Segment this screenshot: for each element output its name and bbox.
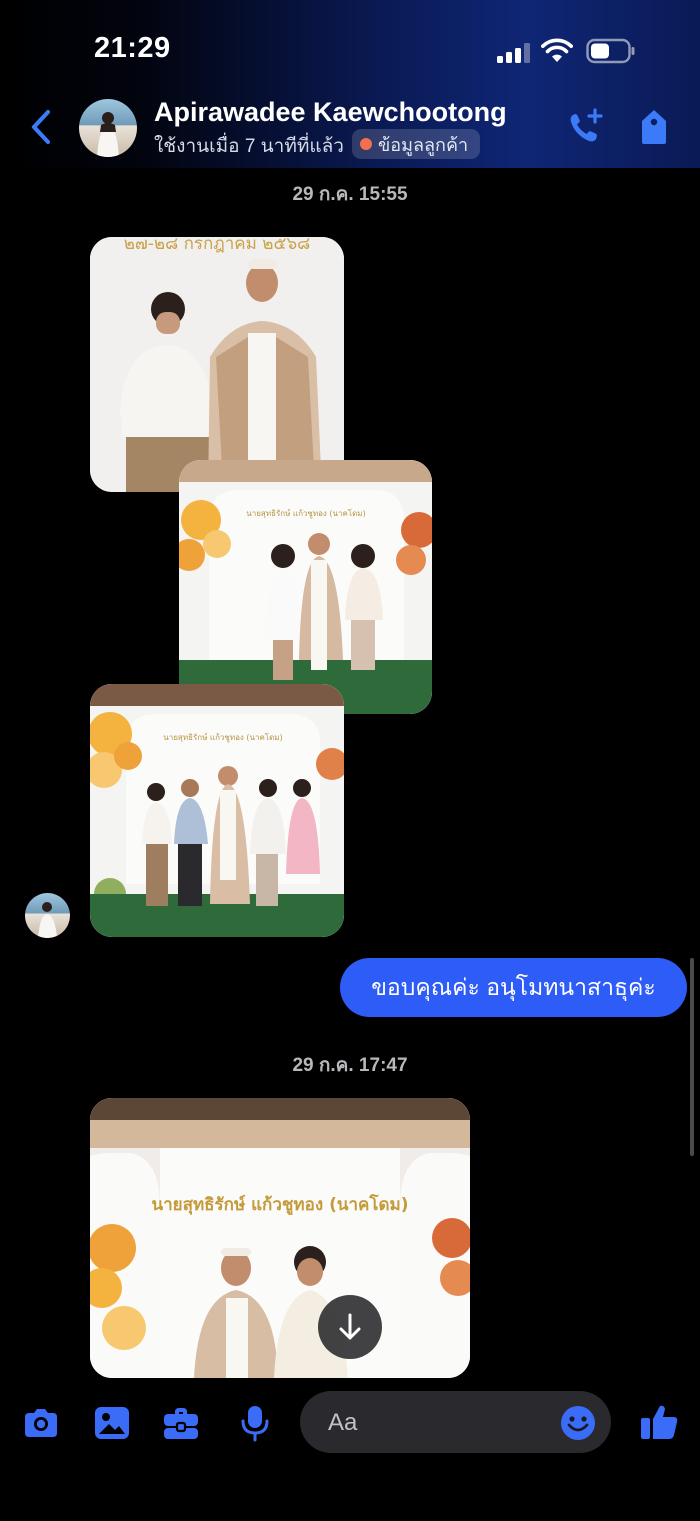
shared-photo[interactable]: นายสุทธิรักษ์ แก้วชูทอง (นาคโดม) — [90, 684, 344, 937]
customer-info-label: ข้อมูลลูกค้า — [378, 134, 469, 155]
photo-sign-text: นายสุทธิรักษ์ แก้วชูทอง (นาคโดม) — [163, 732, 282, 743]
active-status: ใช้งานเมื่อ 7 นาทีที่แล้ว — [154, 136, 344, 157]
customer-info-badge[interactable]: ข้อมูลลูกค้า — [352, 129, 481, 159]
battery-icon — [586, 38, 635, 64]
microphone-icon[interactable] — [235, 1403, 275, 1443]
header-bar: 21:29 Apirawadee Kaewchootong ใช้งานเมื่… — [0, 0, 700, 168]
photo-sign-text: นายสุทธิรักษ์ แก้วชูทอง (นาคโดม) — [151, 1194, 408, 1216]
contact-avatar-small[interactable] — [25, 893, 70, 938]
shared-photo[interactable]: นายสุทธิรักษ์ แก้วชูทอง (นาคโดม) — [90, 1098, 470, 1378]
status-time: 21:29 — [94, 32, 171, 64]
contact-avatar[interactable] — [79, 99, 137, 157]
contact-name[interactable]: Apirawadee Kaewchootong — [154, 97, 507, 128]
gallery-icon[interactable] — [92, 1403, 132, 1443]
status-dot-icon — [360, 138, 372, 150]
photo-sign-text: นายสุทธิรักษ์ แก้วชูทอง (นาคโดม) — [246, 508, 365, 519]
photo-sign-text: ๒๗-๒๘ กรกฎาคม ๒๕๖๘ — [124, 237, 311, 254]
message-timestamp: 29 ก.ค. 15:55 — [292, 184, 408, 205]
message-input-placeholder: Aa — [328, 1409, 358, 1436]
arrow-down-icon — [339, 1313, 361, 1340]
message-timestamp: 29 ก.ค. 17:47 — [292, 1055, 408, 1076]
emoji-icon[interactable] — [559, 1404, 597, 1442]
shared-photo[interactable]: ๒๗-๒๘ กรกฎาคม ๒๕๖๘ — [90, 237, 344, 492]
add-call-icon[interactable] — [565, 106, 605, 148]
camera-icon[interactable] — [21, 1403, 61, 1443]
cellular-signal-icon — [497, 43, 530, 63]
scroll-to-bottom-button[interactable] — [318, 1295, 382, 1359]
thumbs-up-icon[interactable] — [638, 1401, 680, 1443]
shared-photo[interactable]: นายสุทธิรักษ์ แก้วชูทอง (นาคโดม) — [179, 460, 432, 714]
briefcase-icon[interactable] — [161, 1403, 201, 1443]
tag-icon[interactable] — [636, 106, 672, 148]
wifi-icon — [541, 38, 573, 62]
sent-message-bubble[interactable]: ขอบคุณค่ะ อนุโมทนาสาธุค่ะ — [340, 958, 687, 1017]
back-chevron-icon[interactable] — [24, 106, 60, 148]
